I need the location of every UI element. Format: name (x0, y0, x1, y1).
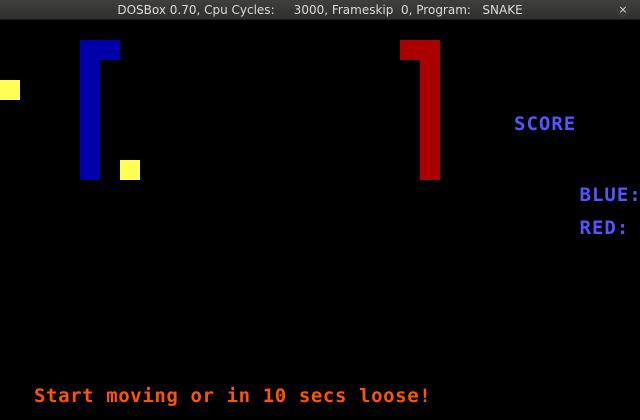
red-score-line: RED:030 (480, 195, 640, 261)
status-message: Start moving or in 10 secs loose! (34, 385, 432, 407)
score-title: SCORE (514, 113, 577, 135)
red-snake-body-segment (420, 60, 440, 180)
close-button[interactable]: × (616, 3, 630, 17)
window-title: DOSBox 0.70, Cpu Cycles: 3000, Frameskip… (117, 3, 523, 17)
blue-snake-top-segment (80, 40, 120, 60)
title-bar[interactable]: DOSBox 0.70, Cpu Cycles: 3000, Frameskip… (0, 0, 640, 20)
red-snake-top-segment (400, 40, 440, 60)
food-pellet (120, 160, 140, 180)
red-score-label: RED: (579, 217, 630, 239)
game-screen[interactable]: SCORE BLUE:010 RED:030 Start moving or i… (0, 20, 640, 420)
dosbox-window: DOSBox 0.70, Cpu Cycles: 3000, Frameskip… (0, 0, 640, 420)
blue-snake-body-segment (80, 60, 100, 180)
food-pellet (0, 80, 20, 100)
close-icon: × (618, 3, 628, 16)
